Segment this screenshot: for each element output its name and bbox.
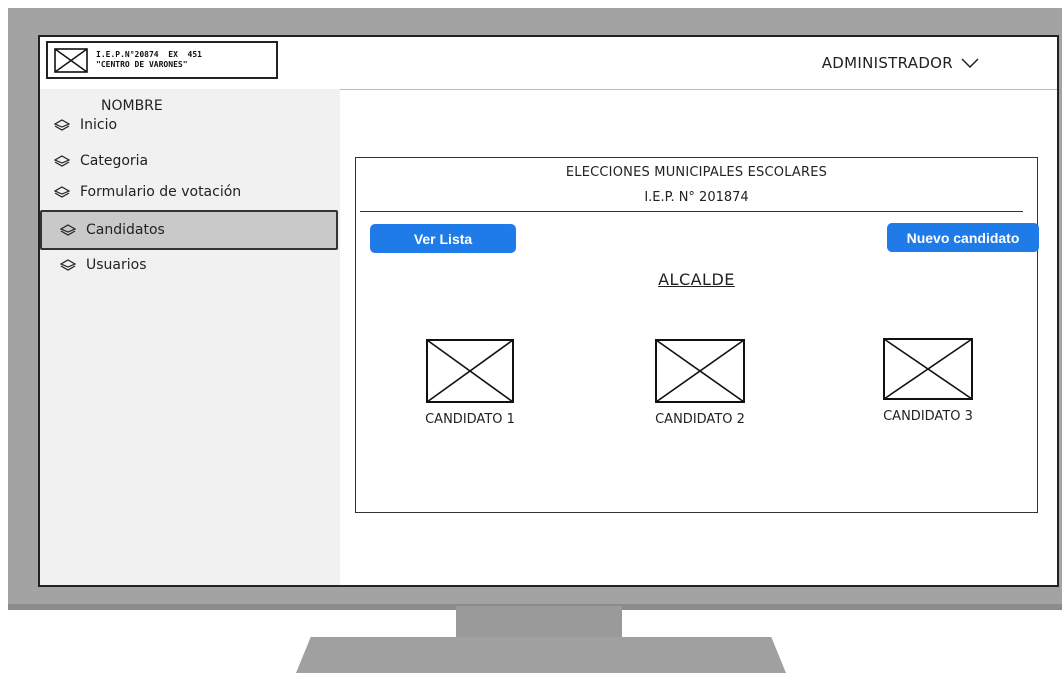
sidebar-item-label: Usuarios bbox=[86, 257, 147, 273]
layers-icon bbox=[60, 259, 76, 271]
candidate-card-3[interactable]: CANDIDATO 3 bbox=[866, 337, 990, 424]
screen: I.E.P.N°20874 EX 451 "CENTRO DE VARONES"… bbox=[38, 35, 1059, 587]
top-bar: I.E.P.N°20874 EX 451 "CENTRO DE VARONES"… bbox=[40, 37, 1057, 90]
sidebar-item-label: Formulario de votación bbox=[80, 184, 242, 200]
layers-icon bbox=[54, 119, 70, 131]
candidate-label: CANDIDATO 3 bbox=[883, 409, 973, 424]
view-list-button[interactable]: Ver Lista bbox=[370, 224, 516, 253]
sidebar-item-usuarios[interactable]: Usuarios bbox=[60, 257, 147, 273]
chevron-down-icon bbox=[961, 58, 979, 68]
panel-subtitle: I.E.P. N° 201874 bbox=[644, 190, 749, 205]
sidebar-item-label: Inicio bbox=[80, 117, 118, 133]
monitor-stand-neck bbox=[456, 606, 622, 642]
monitor-frame: I.E.P.N°20874 EX 451 "CENTRO DE VARONES"… bbox=[8, 8, 1062, 606]
title-divider bbox=[360, 211, 1023, 212]
school-logo: I.E.P.N°20874 EX 451 "CENTRO DE VARONES" bbox=[46, 41, 278, 79]
sidebar-item-candidatos[interactable]: Candidatos bbox=[40, 210, 338, 250]
admin-menu[interactable]: ADMINISTRADOR bbox=[822, 54, 979, 72]
layers-icon bbox=[54, 155, 70, 167]
elections-panel: ELECCIONES MUNICIPALES ESCOLARES I.E.P. … bbox=[355, 157, 1039, 513]
layers-icon bbox=[54, 186, 70, 198]
panel-title: ELECCIONES MUNICIPALES ESCOLARES bbox=[565, 165, 828, 180]
candidate-card-2[interactable]: CANDIDATO 2 bbox=[638, 338, 762, 427]
sidebar-item-formulario[interactable]: Formulario de votación bbox=[54, 184, 241, 200]
candidate-card-1[interactable]: CANDIDATO 1 bbox=[408, 338, 532, 427]
candidate-label: CANDIDATO 1 bbox=[425, 412, 515, 427]
sidebar-title: NOMBRE bbox=[101, 98, 163, 114]
section-title: ALCALDE bbox=[658, 270, 735, 289]
new-candidate-button[interactable]: Nuevo candidato bbox=[887, 223, 1039, 252]
logo-line-2: "CENTRO DE VARONES" bbox=[96, 60, 188, 69]
sidebar-item-categoria[interactable]: Categoria bbox=[54, 153, 148, 169]
candidate-photo-placeholder-icon bbox=[426, 339, 514, 403]
logo-line-1: I.E.P.N°20874 EX 451 bbox=[96, 50, 202, 59]
monitor-stand-base bbox=[296, 637, 786, 673]
sidebar-item-label: Categoria bbox=[80, 153, 149, 169]
admin-menu-label: ADMINISTRADOR bbox=[821, 54, 953, 72]
logo-image-placeholder-icon bbox=[54, 48, 88, 73]
candidate-photo-placeholder-icon bbox=[655, 339, 745, 403]
candidate-label: CANDIDATO 2 bbox=[655, 412, 745, 427]
sidebar-item-label: Candidatos bbox=[86, 222, 165, 238]
sidebar: NOMBRE Inicio Categoria Formulario de vo… bbox=[40, 89, 340, 585]
candidate-photo-placeholder-icon bbox=[883, 338, 973, 400]
sidebar-item-inicio[interactable]: Inicio bbox=[54, 117, 117, 133]
logo-text: I.E.P.N°20874 EX 451 "CENTRO DE VARONES" bbox=[96, 50, 202, 70]
layers-icon bbox=[60, 224, 76, 236]
